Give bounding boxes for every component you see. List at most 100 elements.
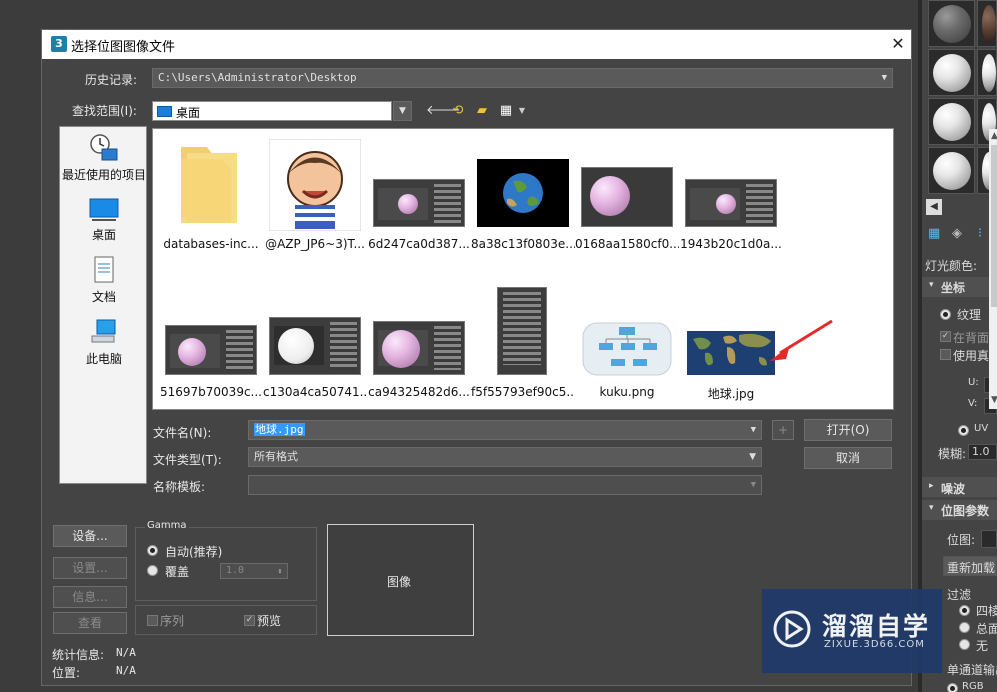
- place-documents[interactable]: 文档: [60, 255, 148, 305]
- file-item[interactable]: 51697b70039c...: [159, 287, 263, 419]
- dialog-title: 选择位图图像文件: [71, 40, 176, 55]
- file-list-scrollbar[interactable]: ▲ ▼: [989, 129, 997, 409]
- screenshot-thumbnail: [685, 179, 777, 227]
- u-label: U:: [968, 377, 979, 388]
- file-item[interactable]: kuku.png: [575, 287, 679, 419]
- file-name: f5f55793ef90c5...: [471, 385, 575, 399]
- watermark-url: ZIXUE.3D66.COM: [824, 639, 925, 650]
- history-combo[interactable]: C:\Users\Administrator\Desktop ▼: [152, 68, 893, 88]
- scroll-down-icon[interactable]: ▼: [991, 395, 997, 405]
- gamma-override-radio[interactable]: [147, 565, 158, 576]
- material-slot[interactable]: [928, 49, 975, 96]
- stats-label: 统计信息:: [52, 648, 105, 662]
- open-button[interactable]: 打开(O): [804, 419, 892, 441]
- watermark-brand: 溜溜自学: [822, 612, 931, 641]
- material-slot[interactable]: [928, 0, 975, 47]
- expand-icon: ▸: [929, 481, 934, 491]
- template-label: 名称模板:: [153, 480, 206, 494]
- filename-value[interactable]: 地球.jpg: [254, 423, 305, 436]
- file-list: databases-inc... @AZP_JP6~3)T... 6d247ca…: [152, 128, 997, 410]
- mono-output-label: 单通道输出: [947, 663, 997, 677]
- world-map-thumbnail: [687, 331, 775, 375]
- place-label: 此电脑: [85, 352, 122, 366]
- lookin-dropdown-button[interactable]: ▼: [393, 101, 412, 121]
- preview-checkbox[interactable]: ✓: [244, 615, 255, 626]
- filetype-label: 文件类型(T):: [153, 453, 222, 467]
- cancel-button[interactable]: 取消: [804, 447, 892, 469]
- texture-radio[interactable]: [940, 309, 951, 320]
- file-item[interactable]: 6d247ca0d387...: [367, 139, 471, 271]
- uv-radio[interactable]: [958, 425, 969, 436]
- collapse-icon: ▾: [929, 503, 934, 513]
- earth-image-thumbnail: [477, 159, 569, 227]
- scroll-thumb[interactable]: [991, 145, 997, 307]
- material-slot[interactable]: [928, 147, 975, 194]
- file-item[interactable]: databases-inc...: [159, 139, 263, 271]
- up-folder-icon[interactable]: ⟲: [449, 102, 467, 120]
- folder-icon: [181, 147, 237, 223]
- close-button[interactable]: ✕: [888, 34, 908, 54]
- computer-icon: [91, 319, 116, 343]
- material-slot[interactable]: [928, 98, 975, 145]
- lookin-combo[interactable]: 桌面: [152, 101, 392, 121]
- gamma-override-label: 覆盖: [165, 565, 190, 579]
- recent-icon: [90, 134, 118, 161]
- view-button[interactable]: 查看: [53, 612, 127, 634]
- file-name: 地球.jpg: [707, 387, 755, 401]
- file-name: @AZP_JP6~3)T...: [265, 237, 365, 251]
- filename-label: 文件名(N):: [153, 426, 212, 440]
- file-item[interactable]: 1943b20c1d0a...: [679, 139, 783, 271]
- tool-icon[interactable]: ◈: [952, 226, 968, 242]
- material-slot[interactable]: [977, 0, 997, 47]
- gamma-auto-radio[interactable]: [147, 545, 158, 556]
- use-real-checkbox[interactable]: [940, 349, 951, 360]
- filter-none-radio[interactable]: [959, 639, 970, 650]
- settings-button[interactable]: 设置...: [53, 557, 127, 579]
- scroll-up-icon[interactable]: ▲: [991, 131, 997, 141]
- place-recent[interactable]: 最近使用的项目: [60, 133, 148, 183]
- setup-button[interactable]: 设备...: [53, 525, 127, 547]
- file-item[interactable]: ca94325482d6...: [367, 287, 471, 419]
- file-item[interactable]: c130a4ca50741...: [263, 287, 367, 419]
- file-item[interactable]: 8a38c13f0803e...: [471, 139, 575, 271]
- back-icon[interactable]: 🡐: [426, 102, 461, 120]
- material-slot[interactable]: [977, 49, 997, 96]
- gamma-override-spinner[interactable]: 1.0 ⇕: [220, 563, 288, 579]
- filter-label: 过滤: [947, 588, 972, 602]
- show-back-checkbox[interactable]: ✓: [940, 331, 951, 342]
- new-folder-icon[interactable]: ▰: [473, 102, 491, 120]
- location-value: N/A: [116, 664, 136, 677]
- file-item[interactable]: 0168aa1580cf0...: [575, 139, 679, 271]
- gamma-title: Gamma: [145, 520, 189, 531]
- place-this-pc[interactable]: 此电脑: [60, 317, 148, 367]
- filetype-combo[interactable]: 所有格式 ▼: [248, 447, 762, 467]
- uv-label: UV: [974, 423, 989, 434]
- place-desktop[interactable]: 桌面: [60, 197, 148, 243]
- app-icon: 3: [51, 36, 67, 52]
- blur-field[interactable]: 1.0: [968, 444, 997, 460]
- filter-quad-radio[interactable]: [959, 605, 970, 616]
- lookin-value: 桌面: [176, 106, 201, 120]
- document-icon: [94, 256, 114, 283]
- tool-icon[interactable]: ▦: [928, 226, 944, 242]
- stats-value: N/A: [116, 646, 136, 659]
- coords-section-title: 坐标: [941, 281, 966, 295]
- sequence-checkbox[interactable]: [147, 615, 158, 626]
- bitmap-path-button[interactable]: [981, 530, 997, 548]
- info-button[interactable]: 信息...: [53, 586, 127, 608]
- v-label: V:: [968, 398, 978, 409]
- filename-combo[interactable]: 地球.jpg ▼: [248, 420, 762, 440]
- play-logo-icon: [773, 610, 811, 648]
- add-button[interactable]: +: [772, 420, 794, 440]
- filter-total-radio[interactable]: [959, 622, 970, 633]
- file-item[interactable]: f5f55793ef90c5...: [471, 287, 575, 419]
- rgb-radio[interactable]: [947, 683, 958, 692]
- file-item[interactable]: @AZP_JP6~3)T...: [263, 139, 367, 271]
- template-combo[interactable]: ▼: [248, 475, 762, 495]
- file-name: kuku.png: [599, 385, 655, 399]
- chevron-down-icon[interactable]: ▼: [513, 102, 531, 120]
- annotation-arrow-icon: [770, 319, 833, 361]
- history-label: 历史记录:: [85, 73, 138, 87]
- scroll-left-icon[interactable]: ◀: [926, 199, 942, 215]
- image-label: 图像: [387, 575, 412, 589]
